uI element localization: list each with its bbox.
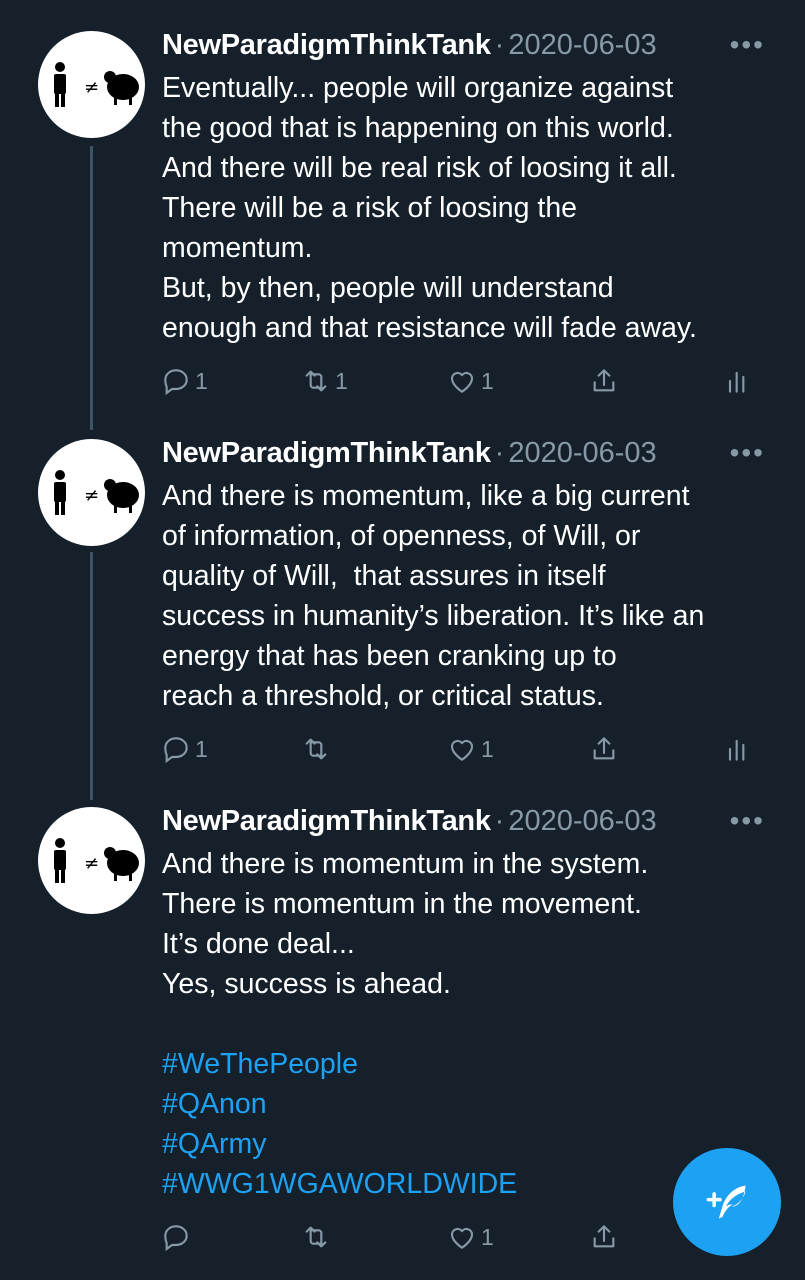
hashtag-link[interactable]: #QArmy bbox=[162, 1124, 775, 1164]
like-count: 1 bbox=[481, 367, 494, 394]
more-options-icon[interactable]: ••• bbox=[730, 433, 765, 473]
more-options-icon[interactable]: ••• bbox=[730, 801, 765, 841]
heart-icon bbox=[450, 371, 474, 393]
heart-icon bbox=[450, 1227, 474, 1249]
avatar[interactable]: ≠ bbox=[38, 807, 145, 914]
retweet-icon bbox=[305, 738, 327, 760]
reply-icon bbox=[164, 737, 188, 764]
tweet-text: And there is momentum in the system. The… bbox=[162, 848, 649, 1000]
share-icon bbox=[593, 369, 615, 392]
hashtag-link[interactable]: #WeThePeople bbox=[162, 1044, 775, 1084]
share-button[interactable] bbox=[588, 1217, 620, 1257]
like-count: 1 bbox=[481, 1223, 494, 1250]
reply-button[interactable]: 1 bbox=[160, 361, 208, 401]
like-button[interactable]: 1 bbox=[446, 1217, 494, 1257]
tweet-actions: 1 1 bbox=[160, 729, 760, 769]
tweet-text: And there is momentum, like a big curren… bbox=[162, 480, 705, 712]
hashtag-link[interactable]: #QAnon bbox=[162, 1084, 775, 1124]
heart-icon bbox=[450, 739, 474, 761]
share-button[interactable] bbox=[588, 729, 620, 769]
tweet-actions: 1 1 1 bbox=[160, 361, 760, 401]
more-options-icon[interactable]: ••• bbox=[730, 25, 765, 65]
retweet-button[interactable] bbox=[300, 1217, 335, 1257]
compose-tweet-icon bbox=[706, 1185, 746, 1219]
separator-dot: · bbox=[494, 805, 505, 837]
avatar-logo-icon: ≠ bbox=[54, 838, 139, 883]
author-name[interactable]: NewParadigmThinkTank bbox=[162, 29, 491, 61]
retweet-button[interactable]: 1 bbox=[300, 361, 348, 401]
retweet-button[interactable] bbox=[300, 729, 335, 769]
like-count: 1 bbox=[481, 735, 494, 762]
tweet-actions: 1 bbox=[160, 1217, 760, 1257]
avatar-symbol: ≠ bbox=[84, 853, 99, 874]
avatar[interactable]: ≠ bbox=[38, 439, 145, 546]
reply-button[interactable] bbox=[160, 1217, 195, 1257]
separator-dot: · bbox=[494, 437, 505, 469]
avatar-logo-icon: ≠ bbox=[54, 62, 139, 107]
tweet-date[interactable]: 2020-06-03 bbox=[508, 437, 656, 469]
tweet[interactable]: ≠ NewParadigmThinkTank · 2020-06-03 ••• Ev… bbox=[0, 25, 805, 405]
reply-icon bbox=[164, 1225, 188, 1252]
reply-icon bbox=[164, 369, 188, 396]
author-name[interactable]: NewParadigmThinkTank bbox=[162, 805, 491, 837]
tweet[interactable]: ≠ NewParadigmThinkTank · 2020-06-03 ••• An… bbox=[0, 433, 805, 778]
share-icon bbox=[593, 737, 615, 760]
reply-count: 1 bbox=[195, 367, 208, 394]
avatar[interactable]: ≠ bbox=[38, 31, 145, 138]
tweet-header: NewParadigmThinkTank · 2020-06-03 ••• bbox=[162, 433, 765, 473]
tweet-header: NewParadigmThinkTank · 2020-06-03 ••• bbox=[162, 25, 765, 65]
analytics-button[interactable] bbox=[722, 361, 754, 401]
analytics-icon bbox=[728, 739, 745, 761]
share-icon bbox=[593, 1225, 615, 1248]
tweet-header: NewParadigmThinkTank · 2020-06-03 ••• bbox=[162, 801, 765, 841]
avatar-symbol: ≠ bbox=[84, 77, 99, 98]
tweet-date[interactable]: 2020-06-03 bbox=[508, 805, 656, 837]
retweet-count: 1 bbox=[335, 367, 348, 394]
author-name[interactable]: NewParadigmThinkTank bbox=[162, 437, 491, 469]
retweet-icon bbox=[305, 1226, 327, 1248]
like-button[interactable]: 1 bbox=[446, 729, 494, 769]
tweet-date[interactable]: 2020-06-03 bbox=[508, 29, 656, 61]
reply-count: 1 bbox=[195, 735, 208, 762]
separator-dot: · bbox=[494, 29, 505, 61]
compose-tweet-button[interactable] bbox=[673, 1148, 781, 1256]
avatar-logo-icon: ≠ bbox=[54, 470, 139, 515]
like-button[interactable]: 1 bbox=[446, 361, 494, 401]
share-button[interactable] bbox=[588, 361, 620, 401]
tweet-text: Eventually... people will organize again… bbox=[162, 72, 697, 344]
avatar-symbol: ≠ bbox=[84, 485, 99, 506]
reply-button[interactable]: 1 bbox=[160, 729, 208, 769]
analytics-icon bbox=[728, 371, 745, 393]
analytics-button[interactable] bbox=[722, 729, 754, 769]
retweet-icon bbox=[305, 370, 327, 392]
